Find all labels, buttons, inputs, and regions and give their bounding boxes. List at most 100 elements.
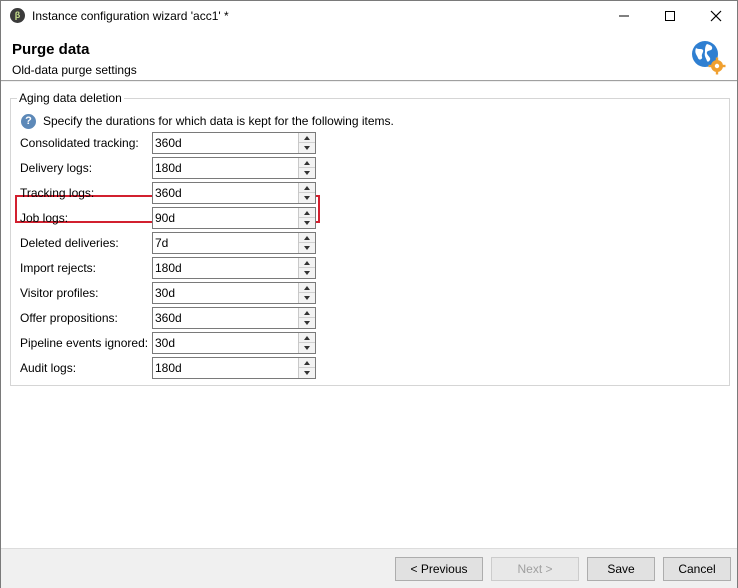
spin-buttons (298, 183, 315, 203)
app-logo-icon: β (10, 8, 25, 23)
spin-up-button[interactable] (299, 158, 315, 168)
consolidated-tracking-spinbox[interactable]: 360d (152, 132, 316, 154)
cancel-button[interactable]: Cancel (663, 557, 731, 581)
field-value[interactable]: 7d (155, 236, 168, 250)
tracking-logs-spinbox[interactable]: 360d (152, 182, 316, 204)
audit-logs-spinbox[interactable]: 180d (152, 357, 316, 379)
deleted-deliveries-spinbox[interactable]: 7d (152, 232, 316, 254)
close-icon (710, 10, 722, 22)
pipeline-events-ignored-spinbox[interactable]: 30d (152, 332, 316, 354)
wizard-header: Purge data Old-data purge settings (1, 31, 737, 81)
maximize-button[interactable] (647, 1, 693, 31)
aging-data-group: Aging data deletion ? Specify the durati… (10, 91, 730, 386)
spin-down-button[interactable] (299, 193, 315, 203)
spin-buttons (298, 158, 315, 178)
field-label: Visitor profiles: (20, 286, 99, 300)
field-value[interactable]: 180d (155, 361, 182, 375)
arrow-down-icon (304, 146, 310, 150)
spin-buttons (298, 358, 315, 378)
maximize-icon (665, 11, 675, 21)
wizard-footer: < Previous Next > Save Cancel (1, 548, 737, 588)
field-row-delivery-logs: Delivery logs: 180d (20, 157, 320, 179)
spin-down-button[interactable] (299, 343, 315, 353)
globe-settings-icon (692, 41, 726, 75)
title-bar[interactable]: β Instance configuration wizard 'acc1' * (1, 1, 737, 31)
spin-down-button[interactable] (299, 243, 315, 253)
arrow-down-icon (304, 221, 310, 225)
wizard-content: Aging data deletion ? Specify the durati… (1, 82, 737, 548)
visitor-profiles-spinbox[interactable]: 30d (152, 282, 316, 304)
arrow-up-icon (304, 135, 310, 140)
job-logs-spinbox[interactable]: 90d (152, 207, 316, 229)
field-value[interactable]: 180d (155, 261, 182, 275)
spin-down-button[interactable] (299, 293, 315, 303)
arrow-up-icon (304, 235, 310, 240)
spin-up-button[interactable] (299, 183, 315, 193)
spin-up-button[interactable] (299, 358, 315, 368)
arrow-down-icon (304, 246, 310, 250)
spin-buttons (298, 208, 315, 228)
field-row-job-logs: Job logs: 90d (20, 207, 320, 229)
field-label: Pipeline events ignored: (20, 336, 149, 350)
field-row-offer-propositions: Offer propositions: 360d (20, 307, 320, 329)
field-value[interactable]: 360d (155, 136, 182, 150)
spin-up-button[interactable] (299, 258, 315, 268)
field-value[interactable]: 30d (155, 336, 175, 350)
spin-buttons (298, 308, 315, 328)
minimize-button[interactable] (601, 1, 647, 31)
field-label: Consolidated tracking: (20, 136, 139, 150)
help-text: Specify the durations for which data is … (43, 114, 394, 128)
spin-down-button[interactable] (299, 143, 315, 153)
arrow-up-icon (304, 335, 310, 340)
spin-up-button[interactable] (299, 208, 315, 218)
arrow-down-icon (304, 271, 310, 275)
spin-down-button[interactable] (299, 168, 315, 178)
spin-buttons (298, 258, 315, 278)
spin-up-button[interactable] (299, 308, 315, 318)
wizard-window: β Instance configuration wizard 'acc1' *… (0, 0, 738, 588)
save-button[interactable]: Save (587, 557, 655, 581)
spin-down-button[interactable] (299, 268, 315, 278)
field-row-tracking-logs: Tracking logs: 360d (20, 182, 320, 204)
offer-propositions-spinbox[interactable]: 360d (152, 307, 316, 329)
field-value[interactable]: 360d (155, 186, 182, 200)
next-button[interactable]: Next > (491, 557, 579, 581)
spin-up-button[interactable] (299, 333, 315, 343)
arrow-up-icon (304, 310, 310, 315)
field-row-import-rejects: Import rejects: 180d (20, 257, 320, 279)
delivery-logs-spinbox[interactable]: 180d (152, 157, 316, 179)
import-rejects-spinbox[interactable]: 180d (152, 257, 316, 279)
field-row-consolidated-tracking: Consolidated tracking: 360d (20, 132, 320, 154)
spin-buttons (298, 133, 315, 153)
previous-button[interactable]: < Previous (395, 557, 483, 581)
spin-down-button[interactable] (299, 368, 315, 378)
app-logo-glyph: β (14, 10, 21, 20)
field-value[interactable]: 30d (155, 286, 175, 300)
spin-down-button[interactable] (299, 218, 315, 228)
help-glyph: ? (25, 115, 32, 127)
field-value[interactable]: 180d (155, 161, 182, 175)
arrow-down-icon (304, 196, 310, 200)
spin-up-button[interactable] (299, 233, 315, 243)
field-value[interactable]: 360d (155, 311, 182, 325)
field-label: Delivery logs: (20, 161, 93, 175)
arrow-down-icon (304, 346, 310, 350)
spin-buttons (298, 283, 315, 303)
group-legend: Aging data deletion (17, 91, 124, 105)
arrow-down-icon (304, 171, 310, 175)
field-label: Import rejects: (20, 261, 97, 275)
page-title: Purge data (12, 41, 90, 58)
close-button[interactable] (693, 1, 738, 31)
field-row-pipeline-events-ignored: Pipeline events ignored: 30d (20, 332, 320, 354)
help-line: ? Specify the durations for which data i… (21, 113, 394, 129)
arrow-up-icon (304, 360, 310, 365)
arrow-up-icon (304, 210, 310, 215)
field-label: Job logs: (20, 211, 69, 225)
spin-up-button[interactable] (299, 133, 315, 143)
spin-up-button[interactable] (299, 283, 315, 293)
spin-down-button[interactable] (299, 318, 315, 328)
arrow-up-icon (304, 160, 310, 165)
field-row-deleted-deliveries: Deleted deliveries: 7d (20, 232, 320, 254)
field-value[interactable]: 90d (155, 211, 175, 225)
window-title: Instance configuration wizard 'acc1' * (32, 9, 229, 23)
